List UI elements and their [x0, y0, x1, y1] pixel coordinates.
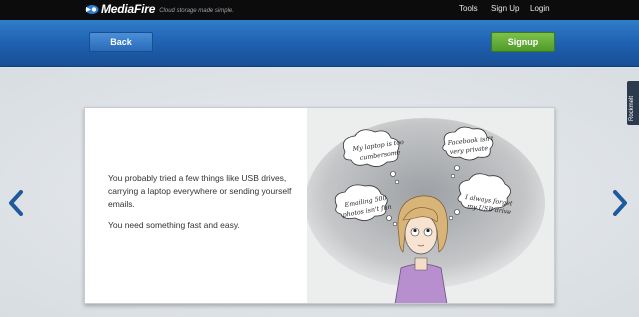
girl-illustration [394, 195, 448, 303]
nav-tools-link[interactable]: Tools [459, 4, 478, 13]
slide-card: You probably tried a few things like USB… [84, 107, 555, 304]
nav-signup-link[interactable]: Sign Up [491, 4, 519, 13]
slide-text-panel: You probably tried a few things like USB… [85, 108, 307, 303]
nav-login-link[interactable]: Login [530, 4, 550, 13]
chevron-right-icon[interactable] [612, 190, 628, 216]
logo-tagline: Cloud storage made simple. [159, 7, 234, 14]
slide-copy: You probably tried a few things like USB… [108, 172, 308, 240]
rockmelt-label: Rockmelt [629, 95, 635, 121]
top-navbar: MediaFire Cloud storage made simple. Too… [0, 0, 639, 20]
signup-button[interactable]: Signup [491, 32, 555, 52]
illustration-svg: My laptop is too cumbersome Facebook isn… [307, 118, 545, 303]
mediafire-logo-icon [85, 4, 99, 14]
mediafire-logo[interactable]: MediaFire Cloud storage made simple. [84, 2, 234, 16]
chevron-left-icon[interactable] [8, 190, 24, 216]
slide-paragraph-1: You probably tried a few things like USB… [108, 173, 292, 209]
rockmelt-tab[interactable]: Rockmelt [627, 81, 639, 125]
logo-text: MediaFire [101, 2, 156, 16]
slide-illustration: My laptop is too cumbersome Facebook isn… [307, 108, 554, 303]
slide-paragraph-2: You need something fast and easy. [108, 220, 240, 230]
back-button[interactable]: Back [89, 32, 153, 52]
